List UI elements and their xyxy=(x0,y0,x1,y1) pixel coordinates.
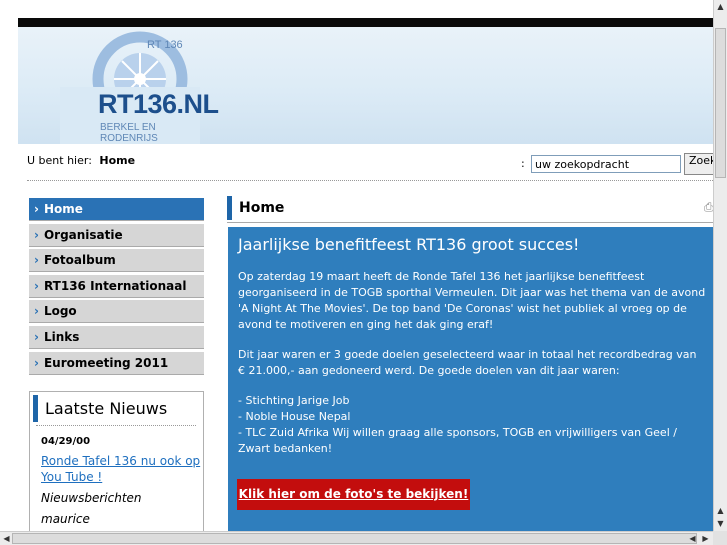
print-icon[interactable]: ⎙ xyxy=(704,200,713,215)
title-divider xyxy=(227,222,713,223)
logo-subtitle: BERKEL EN RODENRIJS xyxy=(100,122,158,144)
browser-viewport: RT 136 RT136.NL BERKEL EN RODENRIJS U be… xyxy=(0,0,713,531)
latest-news-title: Laatste Nieuws xyxy=(33,395,199,422)
nav-item-label: Euromeeting 2011 xyxy=(43,355,169,370)
nav-item-label: Links xyxy=(43,329,80,344)
news-author: maurice xyxy=(41,512,90,526)
main-nav: › Home › Organisatie › Fotoalbum › RT136 Int… xyxy=(29,198,204,377)
logo-top-text: RT 136 xyxy=(147,39,183,51)
header-divider xyxy=(27,180,713,181)
logo-text: RT136.NL xyxy=(98,89,219,119)
news-item-link[interactable]: Ronde Tafel 136 nu ook op You Tube ! xyxy=(41,453,201,485)
breadcrumb-current[interactable]: Home xyxy=(99,154,135,167)
scroll-left-icon[interactable]: ◀ xyxy=(686,532,699,545)
scroll-right-icon[interactable]: ▶ xyxy=(699,532,712,545)
site-header: RT 136 RT136.NL BERKEL EN RODENRIJS xyxy=(18,27,713,144)
vertical-scrollbar[interactable]: ▲ ▲ ▼ xyxy=(713,0,727,531)
search-button[interactable]: Zoek xyxy=(684,153,713,175)
nav-item-home[interactable]: › Home xyxy=(29,198,204,221)
scrollbar-corner xyxy=(713,531,727,545)
search-label: : xyxy=(521,157,525,170)
article-list-item: - Noble House Nepal xyxy=(238,410,351,423)
article-list-item: - Stichting Jarige Job xyxy=(238,394,350,407)
vertical-scroll-thumb[interactable] xyxy=(715,28,726,178)
article-list-item: - TLC Zuid Afrika Wij willen graag alle … xyxy=(238,426,677,455)
site-logo[interactable]: RT 136 RT136.NL BERKEL EN RODENRIJS xyxy=(60,27,219,144)
article-block: Jaarlijkse benefitfeest RT136 groot succ… xyxy=(228,227,713,531)
chevron-right-icon: › xyxy=(34,278,39,293)
nav-item-logo[interactable]: › Logo xyxy=(29,300,204,324)
article-paragraph: Op zaterdag 19 maart heeft de Ronde Tafe… xyxy=(238,270,706,331)
chevron-right-icon: › xyxy=(34,329,39,344)
nav-item-links[interactable]: › Links xyxy=(29,325,204,349)
search-input[interactable] xyxy=(531,155,681,173)
breadcrumb-label: U bent hier: xyxy=(27,154,92,167)
page-title: Home xyxy=(227,196,713,220)
scroll-up-icon[interactable]: ▲ xyxy=(714,0,727,13)
news-date: 04/29/00 xyxy=(41,436,91,447)
nav-item-rt136-internationaal[interactable]: › RT136 Internationaal xyxy=(29,274,204,298)
horizontal-scroll-thumb[interactable] xyxy=(12,533,697,544)
nav-item-fotoalbum[interactable]: › Fotoalbum xyxy=(29,249,204,273)
chevron-right-icon: › xyxy=(34,355,39,370)
chevron-right-icon: › xyxy=(34,202,39,216)
article-paragraph: Dit jaar waren er 3 goede doelen geselec… xyxy=(238,348,697,377)
view-photos-button[interactable]: Klik hier om de foto's te bekijken! xyxy=(237,479,470,510)
nav-item-euromeeting-2011[interactable]: › Euromeeting 2011 xyxy=(29,351,204,375)
nav-item-label: Organisatie xyxy=(43,227,123,242)
latest-news-box: Laatste Nieuws 04/29/00 Ronde Tafel 136 … xyxy=(29,391,204,531)
chevron-right-icon: › xyxy=(34,227,39,242)
nav-item-label: Fotoalbum xyxy=(43,253,116,268)
nav-item-label: Logo xyxy=(43,304,77,319)
article-title: Jaarlijkse benefitfeest RT136 groot succ… xyxy=(238,235,580,254)
chevron-right-icon: › xyxy=(34,304,39,319)
top-bar xyxy=(18,18,713,27)
horizontal-scrollbar[interactable]: ◀ ◀ ▶ xyxy=(0,531,713,545)
nav-item-label: Home xyxy=(43,202,83,216)
chevron-right-icon: › xyxy=(34,253,39,268)
nav-item-label: RT136 Internationaal xyxy=(43,278,187,293)
scroll-up-icon[interactable]: ▲ xyxy=(714,504,727,517)
breadcrumb: U bent hier: Home xyxy=(27,154,135,167)
nav-item-organisatie[interactable]: › Organisatie xyxy=(29,223,204,247)
article-body: Op zaterdag 19 maart heeft de Ronde Tafe… xyxy=(238,269,706,457)
news-category: Nieuwsberichten xyxy=(41,491,142,505)
scroll-down-icon[interactable]: ▼ xyxy=(714,517,727,530)
news-divider xyxy=(36,425,196,426)
